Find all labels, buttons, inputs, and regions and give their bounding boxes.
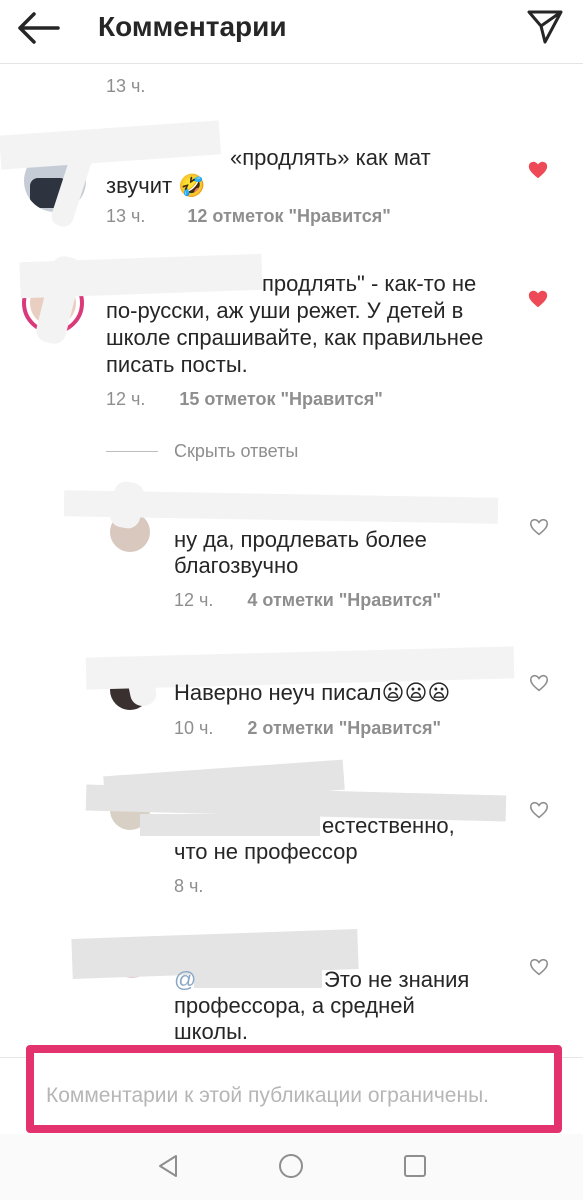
reply-text: школы. <box>174 1019 249 1044</box>
comment-text: по-русски, аж уши режет. У детей в <box>106 298 464 323</box>
redacted-username <box>194 962 322 988</box>
restricted-comments-highlight: Комментарии к этой публикации ограничены… <box>26 1045 562 1133</box>
reply-text: Наверно неуч писал😦😦😦 <box>174 680 451 705</box>
direct-send-icon[interactable] <box>525 6 565 46</box>
likes-count[interactable]: 4 отметки "Нравится" <box>247 590 441 610</box>
reply-text: что не профессор <box>174 839 358 864</box>
reply-text: профессора, а средней <box>174 993 415 1018</box>
top-app-bar: Комментарии <box>0 0 583 64</box>
comment-text: «продлять» как мат <box>230 145 431 170</box>
back-arrow-icon[interactable] <box>14 8 62 48</box>
comment-time: 13 ч. <box>106 206 146 226</box>
reply-text: естественно, <box>322 813 455 838</box>
reply-time: 12 ч. <box>174 590 214 610</box>
comment-time: 12 ч. <box>106 389 146 409</box>
comment-text: писать посты. <box>106 352 248 377</box>
reply-text: ну да, продлевать более <box>174 527 427 552</box>
home-circle-icon[interactable] <box>277 1152 305 1180</box>
comment-meta: 12 ч. 15 отметок "Нравится" <box>106 389 383 410</box>
heart-filled-icon[interactable] <box>527 288 549 310</box>
system-nav-bar <box>0 1134 583 1200</box>
restricted-comments-notice: Комментарии к этой публикации ограничены… <box>46 1084 489 1107</box>
reply-meta: 8 ч. <box>174 876 203 897</box>
recents-square-icon[interactable] <box>401 1152 429 1180</box>
reply-time: 8 ч. <box>174 876 204 896</box>
reply-meta: 10 ч. 2 отметки "Нравится" <box>174 718 441 739</box>
likes-count[interactable]: 2 отметки "Нравится" <box>247 718 441 738</box>
heart-outline-icon[interactable] <box>528 956 550 978</box>
redacted-username <box>0 120 221 170</box>
hide-replies-button[interactable]: Скрыть ответы <box>174 441 298 462</box>
heart-outline-icon[interactable] <box>528 516 550 538</box>
comment-time: 13 ч. <box>106 76 146 96</box>
heart-outline-icon[interactable] <box>528 672 550 694</box>
comment-text: продлять" - как-то не <box>262 271 477 296</box>
comment-text: звучит 🤣 <box>106 173 206 198</box>
likes-count[interactable]: 15 отметок "Нравится" <box>179 389 382 409</box>
comment-meta: 13 ч. 12 отметок "Нравится" <box>106 206 391 227</box>
back-triangle-icon[interactable] <box>154 1152 182 1180</box>
redacted-username <box>140 814 320 836</box>
likes-count[interactable]: 12 отметок "Нравится" <box>187 206 390 226</box>
heart-filled-icon[interactable] <box>527 159 549 181</box>
heart-outline-icon[interactable] <box>528 799 550 821</box>
reply-meta: 12 ч. 4 отметки "Нравится" <box>174 590 441 611</box>
page-title: Комментарии <box>98 11 287 42</box>
reply-text: благозвучно <box>174 553 299 578</box>
comment-text: школе спрашивайте, как правильнее <box>106 325 484 350</box>
reply-mention[interactable]: @ <box>174 966 196 994</box>
hide-replies-divider <box>106 451 158 452</box>
reply-text: Это не знания <box>324 967 470 992</box>
reply-time: 10 ч. <box>174 718 214 738</box>
